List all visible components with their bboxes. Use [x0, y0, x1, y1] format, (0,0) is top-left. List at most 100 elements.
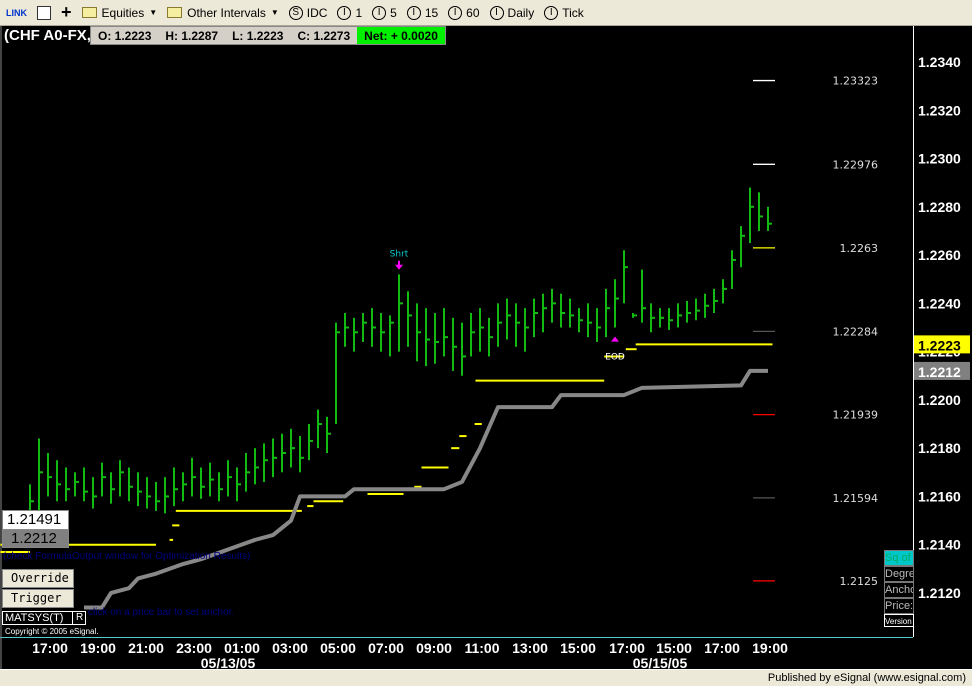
price-bar — [155, 481, 160, 511]
price-chart[interactable]: 1.2340 1.2320 1.2300 1.2280 1.2260 1.2240 1.22… — [0, 26, 972, 669]
interval-button[interactable]: I5 — [372, 5, 397, 20]
label: IDC — [306, 5, 328, 20]
level-label: 1.22976 — [833, 158, 879, 171]
price-bar — [497, 303, 502, 347]
matsys-label[interactable]: MATSYS(T) — [2, 611, 73, 625]
price-bar — [767, 206, 772, 231]
indicator-tag-label: 1.2212 — [918, 364, 961, 380]
time-tick-label: 19:00 — [752, 640, 788, 656]
price-bar — [452, 317, 457, 371]
price-bar — [749, 187, 754, 244]
price-bar — [623, 250, 628, 304]
price-bar — [74, 472, 79, 497]
trigger-button[interactable]: Trigger — [2, 589, 74, 608]
price-tick-label: 1.2160 — [918, 488, 961, 504]
price-bar — [263, 443, 268, 482]
interval-button[interactable]: I1 — [337, 5, 363, 20]
price-bar — [344, 313, 349, 347]
interval-button[interactable]: I 60 — [448, 5, 480, 20]
folder-button[interactable]: Other Intervals ▼ — [167, 6, 279, 20]
price-bar — [461, 322, 466, 376]
value-box-2: 1.2212 — [2, 529, 69, 548]
time-tick-label: 05:00 — [320, 640, 356, 656]
level-label: 1.22284 — [833, 325, 879, 338]
label: Tick — [562, 5, 584, 20]
price-bar — [128, 467, 133, 502]
value-box-1: 1.21491 — [2, 510, 69, 530]
price-bar — [281, 433, 286, 473]
interval-button[interactable]: S IDC — [288, 5, 328, 20]
last-price-tag-label: 1.2223 — [918, 337, 961, 353]
price-bar — [110, 472, 115, 504]
r-button[interactable]: R — [72, 611, 86, 625]
price-bar — [416, 303, 421, 362]
add-icon[interactable]: + — [61, 2, 72, 23]
time-tick-label: 17:00 — [609, 640, 645, 656]
price-bar — [524, 308, 529, 352]
copyright: Copyright © 2005 eSignal. — [5, 627, 99, 636]
price-bar — [587, 303, 592, 338]
link-icon[interactable]: LINK — [6, 8, 27, 18]
price-bar — [614, 279, 619, 328]
price-bar — [641, 269, 646, 323]
level-label: 1.2125 — [840, 575, 879, 588]
price-bar — [56, 460, 61, 502]
price-bar — [308, 424, 313, 461]
folder-button[interactable]: Equities ▼ — [81, 5, 157, 20]
time-tick-label: 17:00 — [704, 640, 740, 656]
price-bar — [605, 288, 610, 338]
price-bar — [245, 452, 250, 492]
panel-item: Sq of — [884, 550, 914, 566]
properties-icon[interactable] — [37, 5, 51, 20]
price-bar — [713, 288, 718, 314]
price-bar — [380, 313, 385, 352]
price-tick-label: 1.2240 — [918, 295, 961, 311]
label: Equities — [101, 5, 145, 20]
chart-area[interactable]: 1.2340 1.2320 1.2300 1.2280 1.2260 1.2240 1.22… — [0, 26, 972, 669]
time-tick-label: 15:00 — [656, 640, 692, 656]
interval-button[interactable]: I 15 — [406, 5, 438, 20]
short-arrow-icon — [395, 260, 403, 270]
interval-circle-icon: I — [489, 5, 504, 20]
price-bar — [596, 308, 601, 342]
price-bar — [677, 303, 682, 328]
price-bar — [425, 308, 430, 367]
price-bar — [47, 452, 52, 497]
price-bar — [137, 472, 142, 507]
open-value: O: 1.2223 — [98, 28, 152, 43]
override-button[interactable]: Override — [2, 569, 74, 588]
price-bar — [317, 409, 322, 449]
price-bar — [488, 317, 493, 357]
price-tick-label: 1.2180 — [918, 440, 961, 456]
interval-button[interactable]: I Daily — [489, 5, 535, 20]
price-tick-label: 1.2280 — [918, 199, 961, 215]
price-bar — [227, 460, 232, 497]
price-bar — [479, 308, 484, 352]
price-tick-label: 1.2120 — [918, 585, 961, 601]
price-bar — [533, 298, 538, 338]
price-bar — [389, 315, 394, 357]
price-bar — [83, 467, 88, 502]
price-bar — [182, 472, 187, 502]
time-tick-label: 19:00 — [80, 640, 116, 656]
interval-button[interactable]: I Tick — [544, 5, 584, 20]
price-bar — [164, 477, 169, 514]
interval-circle-icon: I — [372, 5, 387, 20]
high-value: H: 1.2287 — [165, 28, 219, 43]
price-bar — [470, 313, 475, 357]
date-label: 05/13/05 — [201, 655, 256, 669]
label: Daily — [507, 5, 535, 20]
label: 5 — [390, 5, 397, 20]
price-tick-label: 1.2300 — [918, 151, 961, 167]
price-bar — [632, 313, 637, 318]
label: 60 — [466, 5, 480, 20]
date-label: 05/15/05 — [633, 655, 688, 669]
price-bar — [560, 293, 565, 328]
time-tick-label: 11:00 — [464, 640, 499, 656]
price-bar — [650, 303, 655, 333]
status-bar: Published by eSignal (www.esignal.com) — [0, 669, 972, 686]
label: 1 — [355, 5, 363, 20]
price-bar — [200, 467, 205, 499]
price-tick-label: 1.2140 — [918, 537, 961, 553]
price-bar — [731, 250, 736, 289]
